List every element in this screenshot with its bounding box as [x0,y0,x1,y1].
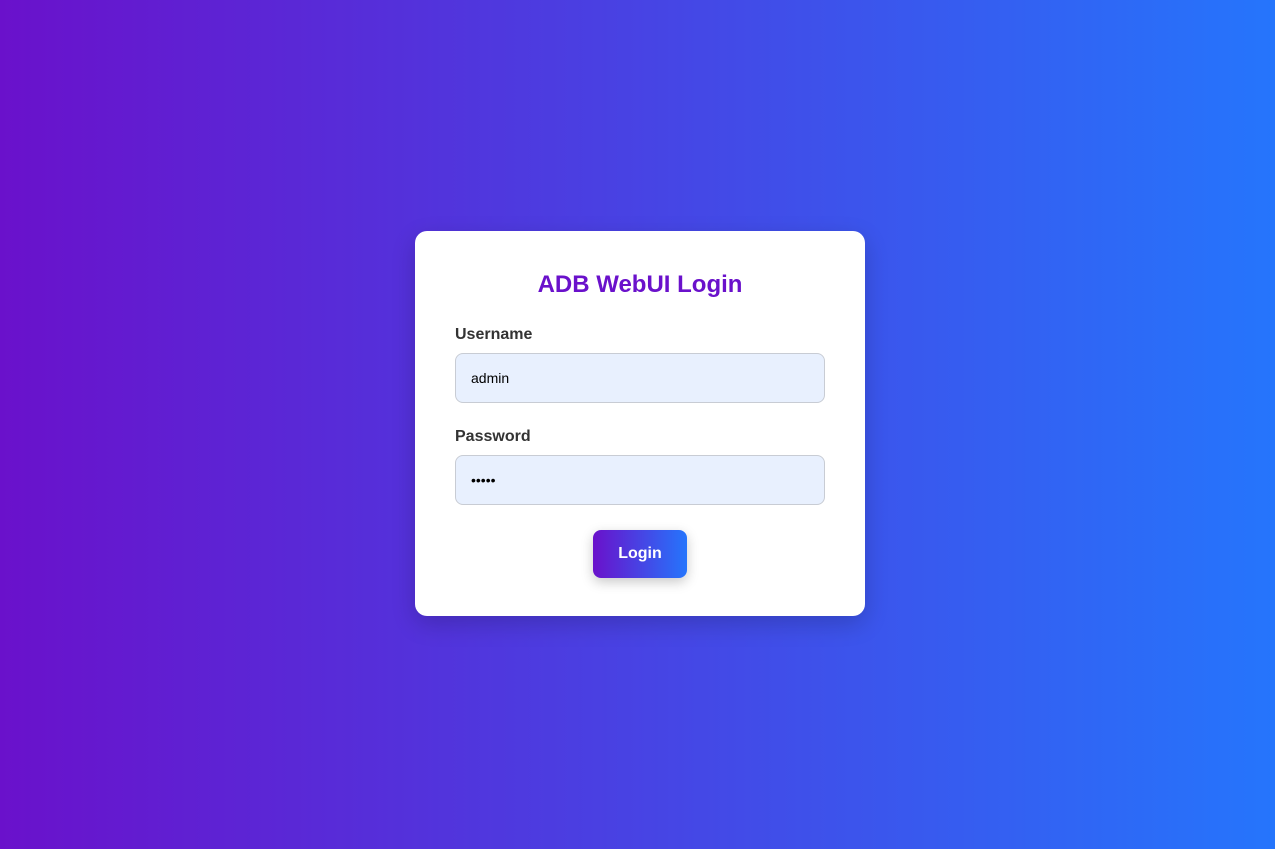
submit-row: Login [455,530,825,578]
password-field-group: Password [455,427,825,505]
page-title: ADB WebUI Login [537,271,743,298]
username-label: Username [455,326,533,343]
login-button[interactable]: Login [593,530,687,578]
username-field-group: Username [455,325,825,403]
password-label: Password [455,428,531,445]
username-input[interactable] [455,353,825,403]
password-input[interactable] [455,455,825,505]
login-card: ADB WebUI Login Username Password Login [415,231,865,616]
